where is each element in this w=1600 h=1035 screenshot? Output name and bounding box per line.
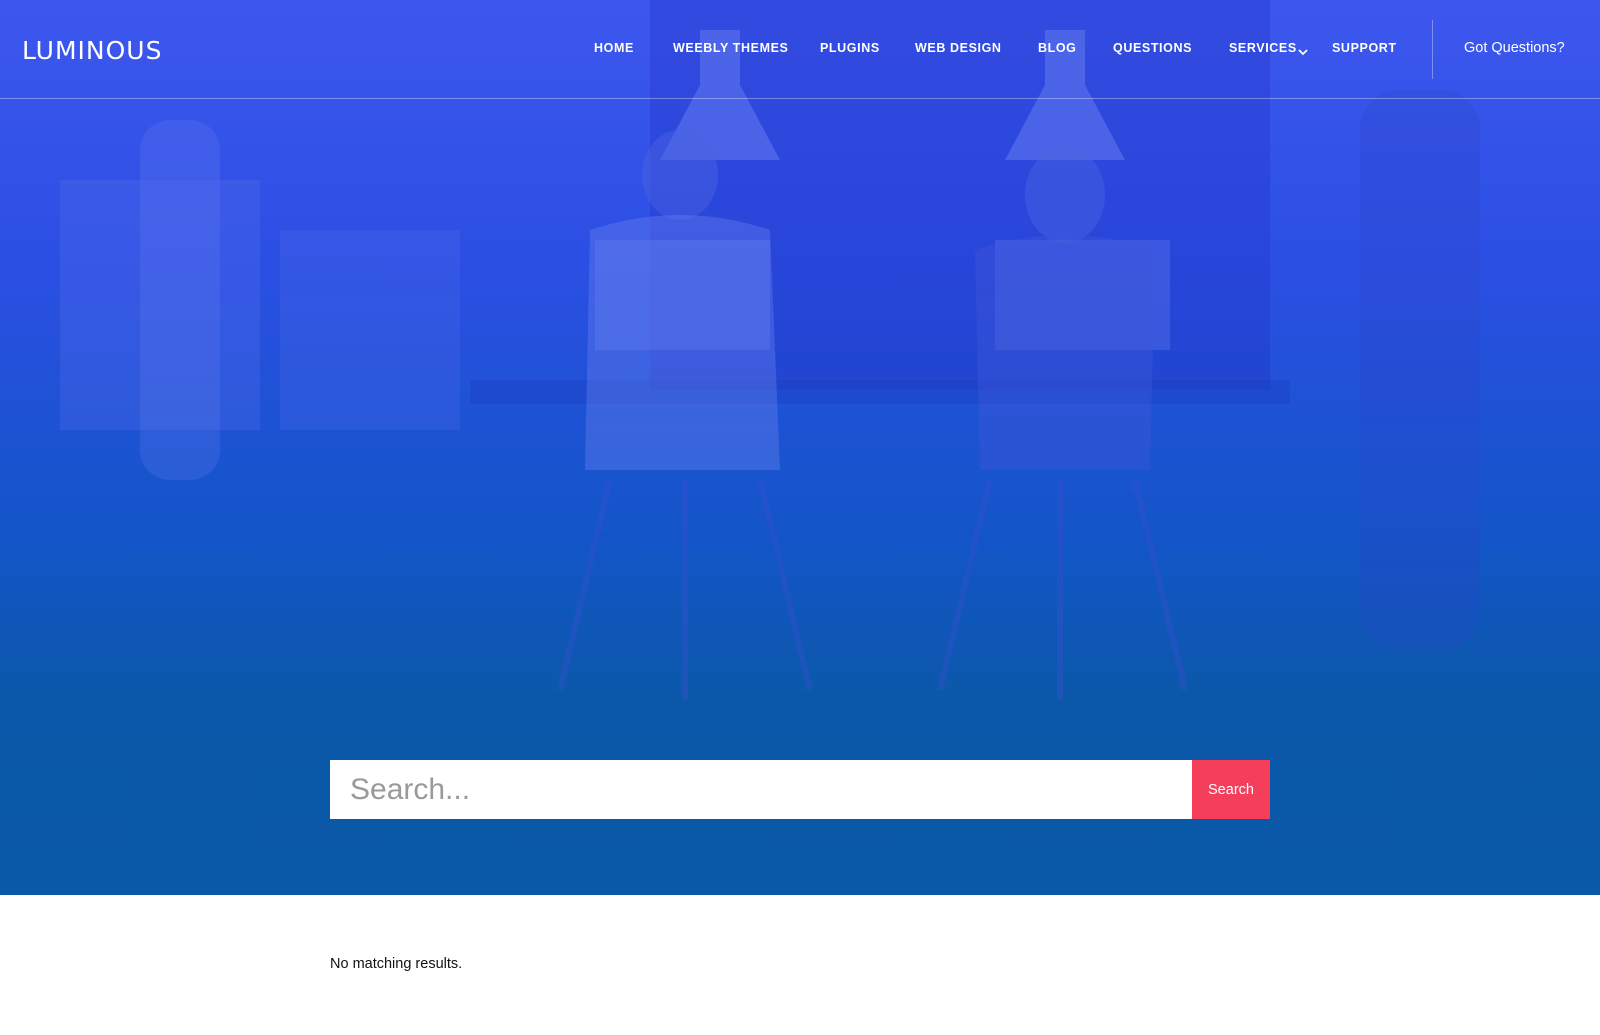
nav-item-web-design[interactable]: WEB DESIGN [915, 41, 1002, 55]
nav-item-blog[interactable]: BLOG [1038, 41, 1077, 55]
search-button[interactable]: Search [1192, 760, 1270, 819]
got-questions-link[interactable]: Got Questions? [1464, 40, 1565, 56]
main-menu: HOME WEEBLY THEMES PLUGINS WEB DESIGN BL… [0, 41, 1600, 61]
chevron-down-icon[interactable] [1298, 43, 1308, 61]
search-input[interactable] [330, 760, 1192, 819]
hero-section: LUMINOUS HOME WEEBLY THEMES PLUGINS WEB … [0, 0, 1600, 895]
search-form: Search [330, 760, 1270, 819]
nav-item-home[interactable]: HOME [594, 41, 634, 55]
nav-item-weebly-themes[interactable]: WEEBLY THEMES [673, 41, 788, 55]
nav-item-questions[interactable]: QUESTIONS [1113, 41, 1192, 55]
nav-item-services[interactable]: SERVICES [1229, 41, 1297, 55]
nav-item-support[interactable]: SUPPORT [1332, 41, 1397, 55]
top-navigation: LUMINOUS HOME WEEBLY THEMES PLUGINS WEB … [0, 0, 1600, 99]
nav-item-plugins[interactable]: PLUGINS [820, 41, 880, 55]
no-results-message: No matching results. [330, 956, 463, 972]
nav-divider [1432, 20, 1433, 79]
